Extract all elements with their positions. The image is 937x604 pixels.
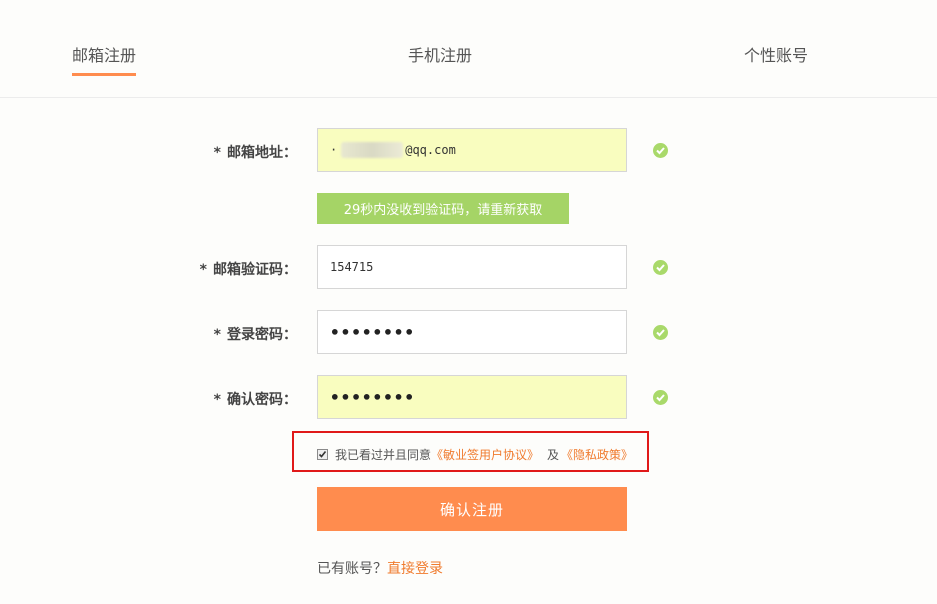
direct-login-link[interactable]: 直接登录: [387, 561, 443, 577]
check-circle-icon: [653, 390, 668, 405]
resend-code-button[interactable]: 29秒内没收到验证码，请重新获取: [317, 193, 569, 224]
required-mark: *: [213, 145, 221, 161]
active-tab-indicator: [72, 73, 136, 76]
agreement-and: 及: [547, 448, 560, 462]
confirm-password-label: * 确认密码：: [157, 389, 297, 409]
email-value-suffix: @qq.com: [405, 143, 456, 157]
tab-email-register[interactable]: 邮箱注册: [72, 42, 136, 66]
agreement-text: 我已看过并且同意: [335, 448, 432, 462]
agreement-row: 我已看过并且同意 《敏业签用户协议》 及 《隐私政策》: [317, 446, 633, 463]
confirm-password-label-text: 确认密码：: [227, 392, 297, 408]
login-prompt-line: 已有账号？直接登录: [317, 558, 443, 578]
privacy-link[interactable]: 《隐私政策》: [561, 446, 633, 463]
terms-link[interactable]: 《敏业签用户协议》: [431, 446, 539, 463]
code-label: * 邮箱验证码：: [157, 259, 297, 279]
required-mark: *: [213, 392, 221, 408]
code-label-text: 邮箱验证码：: [213, 262, 297, 278]
verification-code-field[interactable]: 154715: [317, 245, 627, 289]
redacted-blur: [341, 142, 404, 158]
tab-custom-account[interactable]: 个性账号: [744, 42, 808, 66]
check-circle-icon: [653, 260, 668, 275]
register-tabs: 邮箱注册 手机注册 个性账号: [0, 0, 937, 98]
password-field[interactable]: ••••••••: [317, 310, 627, 354]
confirm-register-button[interactable]: 确认注册: [317, 487, 627, 531]
login-prompt: 已有账号？: [317, 561, 387, 577]
tab-phone-register[interactable]: 手机注册: [408, 42, 472, 66]
check-circle-icon: [653, 325, 668, 340]
required-mark: *: [213, 327, 221, 343]
email-label: * 邮箱地址：: [157, 142, 297, 162]
email-value-prefix: ·: [330, 143, 338, 157]
check-circle-icon: [653, 143, 668, 158]
agree-checkbox[interactable]: [317, 449, 328, 460]
email-label-text: 邮箱地址：: [227, 145, 297, 161]
confirm-password-field[interactable]: ••••••••: [317, 375, 627, 419]
password-label: * 登录密码：: [157, 324, 297, 344]
email-field[interactable]: · @qq.com: [317, 128, 627, 172]
password-label-text: 登录密码：: [227, 327, 297, 343]
required-mark: *: [199, 262, 207, 278]
